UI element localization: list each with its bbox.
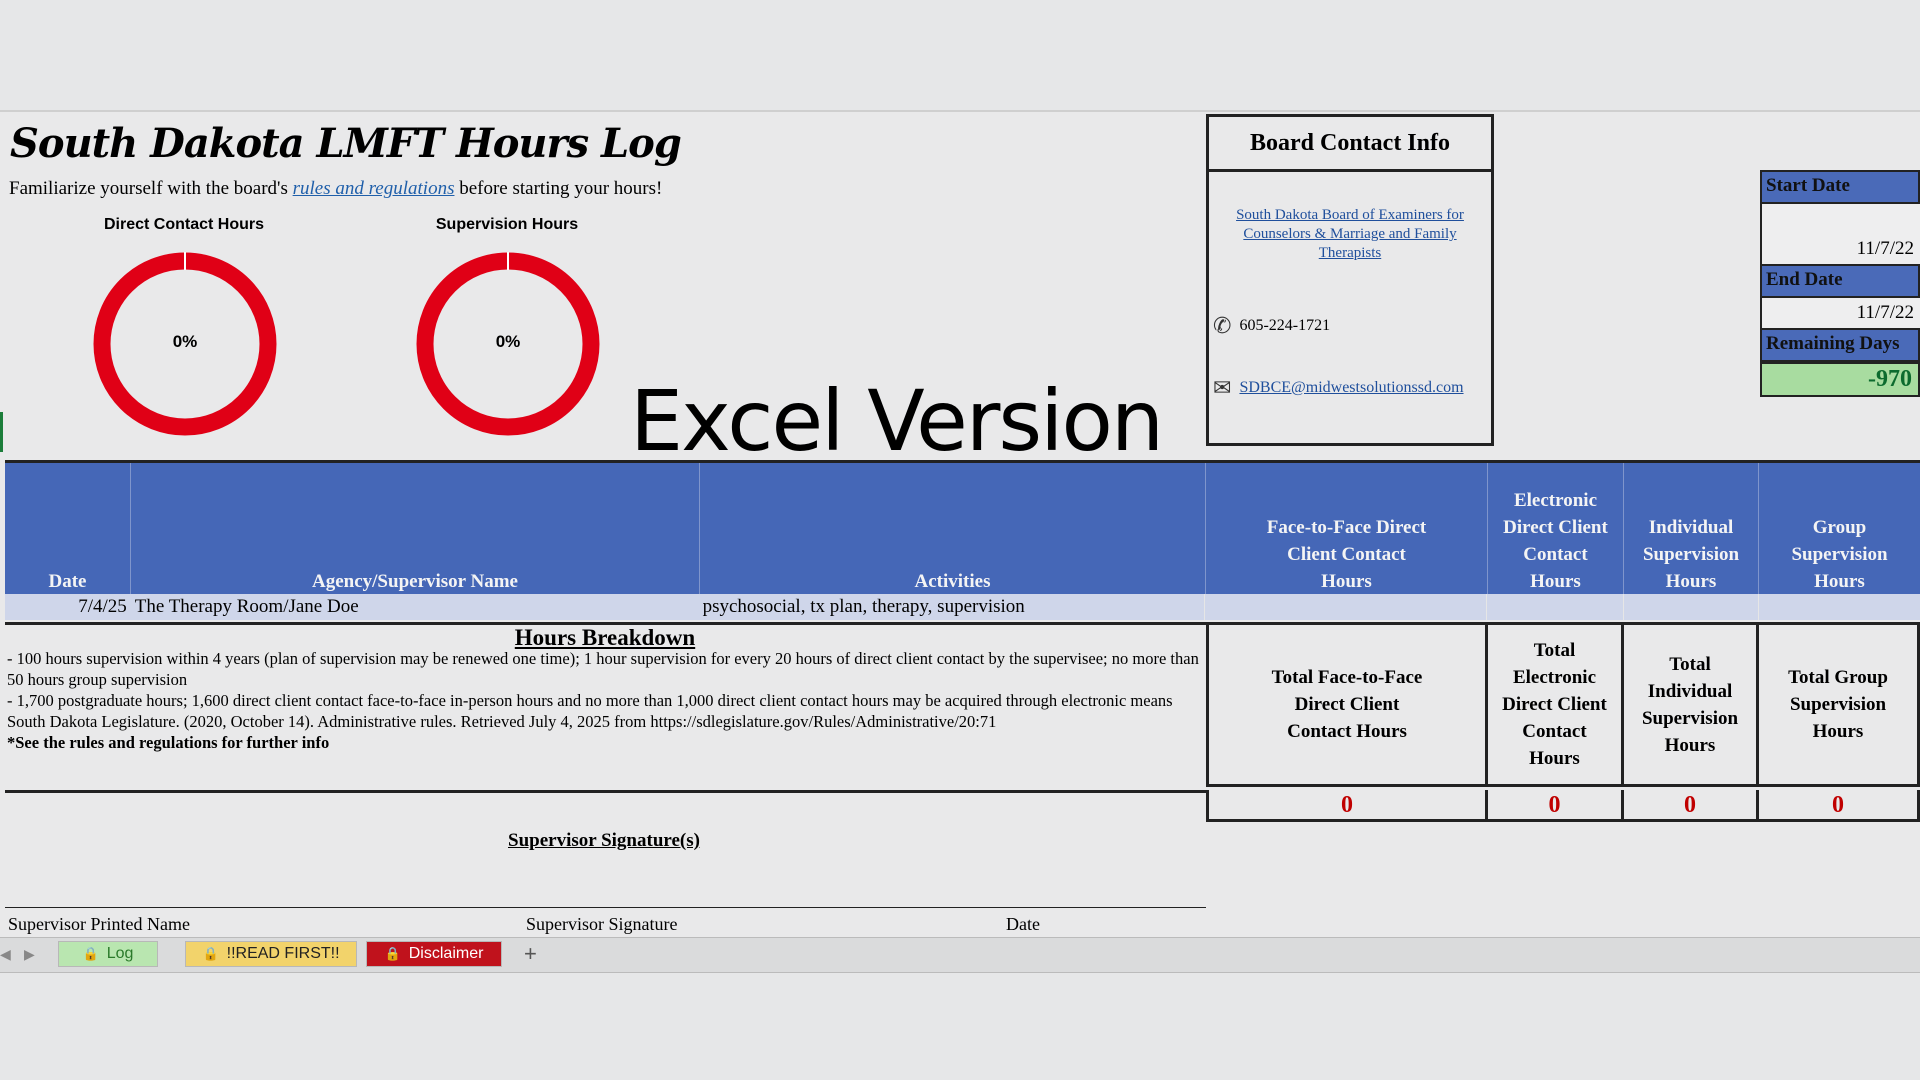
start-date-value: 11/7/22	[1856, 238, 1914, 259]
supervisor-signature-label: Supervisor Signature	[526, 914, 678, 934]
total-individual-label: Total Individual Supervision Hours	[1624, 622, 1759, 787]
board-phone-row: ✆ 605-224-1721	[1213, 313, 1330, 339]
header-activities[interactable]: Activities	[700, 463, 1206, 597]
row-individual[interactable]	[1622, 594, 1759, 620]
end-date-label: End Date	[1760, 264, 1920, 298]
board-email-row: ✉ SDBCE@midwestsolutionssd.com	[1213, 375, 1464, 401]
row-electronic[interactable]	[1485, 594, 1623, 620]
scroll-left-icon[interactable]: ◀	[0, 946, 11, 963]
intro-text: Familiarize yourself with the board's ru…	[9, 178, 662, 200]
board-contact-title: Board Contact Info	[1209, 117, 1491, 172]
lock-icon: 🔒	[202, 946, 219, 961]
total-electronic-label: Total Electronic Direct Client Contact H…	[1488, 622, 1624, 787]
header-individual-supervision[interactable]: Individual Supervision Hours	[1624, 463, 1759, 597]
breakdown-note: *See the rules and regulations for furth…	[7, 733, 330, 752]
remaining-days-value[interactable]: -970	[1760, 362, 1920, 397]
intro-before: Familiarize yourself with the board's	[9, 178, 293, 199]
spreadsheet-area: South Dakota LMFT Hours Log Familiarize …	[0, 110, 1920, 939]
date-panel: Start Date 11/7/22 End Date 11/7/22 Rema…	[1760, 170, 1920, 397]
supervisor-printed-name-label: Supervisor Printed Name	[8, 914, 190, 934]
lock-icon: 🔒	[384, 946, 401, 961]
header-date[interactable]: Date	[5, 463, 131, 597]
gauge-percent-direct: 0%	[172, 332, 198, 351]
gauge-percent-supervision: 0%	[495, 332, 521, 351]
signature-date-label: Date	[1006, 914, 1040, 934]
end-date-value: 11/7/22	[1856, 302, 1914, 323]
excel-version-overlay: Excel Version	[630, 372, 1164, 470]
header-agency[interactable]: Agency/Supervisor Name	[131, 463, 700, 597]
signature-line	[5, 907, 1206, 908]
breakdown-line: - 1,700 postgraduate hours; 1,600 direct…	[7, 691, 1173, 710]
selection-edge	[0, 412, 3, 452]
board-contact-box: Board Contact Info South Dakota Board of…	[1206, 114, 1494, 446]
mail-icon: ✉	[1213, 375, 1232, 400]
breakdown-line: - 100 hours supervision within 4 years (…	[7, 649, 1199, 689]
total-electronic-value[interactable]: 0	[1488, 790, 1624, 822]
total-group-value[interactable]: 0	[1759, 790, 1920, 822]
tab-read-first[interactable]: 🔒 !!READ FIRST!!	[185, 941, 357, 967]
row-activities[interactable]: psychosocial, tx plan, therapy, supervis…	[699, 594, 1204, 620]
start-date-cell[interactable]: 11/7/22	[1760, 204, 1920, 264]
row-agency[interactable]: The Therapy Room/Jane Doe	[131, 594, 699, 620]
tab-log[interactable]: 🔒 Log	[58, 941, 158, 967]
phone-icon: ✆	[1213, 313, 1232, 338]
total-face-to-face-label: Total Face-to-Face Direct Client Contact…	[1206, 622, 1488, 787]
board-phone: 605-224-1721	[1239, 317, 1331, 334]
total-face-to-face-value[interactable]: 0	[1206, 790, 1488, 822]
gauge-label-supervision: Supervision Hours	[435, 216, 579, 233]
row-group[interactable]	[1758, 594, 1920, 620]
gauge-label-direct: Direct Contact Hours	[103, 216, 265, 233]
board-org-link[interactable]: South Dakota Board of Examiners for Coun…	[1227, 206, 1473, 263]
total-group-label: Total Group Supervision Hours	[1759, 622, 1920, 787]
row-face-to-face[interactable]	[1203, 594, 1486, 620]
tab-log-label: Log	[106, 945, 134, 962]
start-date-label: Start Date	[1760, 170, 1920, 204]
scroll-right-icon[interactable]: ▶	[24, 946, 35, 963]
sheet-tab-bar: ◀ ▶ 🔒 Log 🔒 !!READ FIRST!! 🔒 Disclaimer +	[0, 937, 1920, 973]
add-sheet-icon[interactable]: +	[524, 941, 537, 967]
end-date-cell[interactable]: 11/7/22	[1760, 298, 1920, 328]
remaining-days-label: Remaining Days	[1760, 328, 1920, 362]
total-individual-value[interactable]: 0	[1624, 790, 1759, 822]
tab-disclaimer-label: Disclaimer	[408, 945, 484, 962]
rules-link[interactable]: rules and regulations	[293, 178, 455, 199]
page-title: South Dakota LMFT Hours Log	[10, 120, 682, 167]
hours-breakdown: Hours Breakdown - 100 hours supervision …	[5, 622, 1206, 793]
table-header-row: Date Agency/Supervisor Name Activities F…	[5, 460, 1920, 599]
lock-icon: 🔒	[82, 946, 99, 961]
table-row: 7/4/25 The Therapy Room/Jane Doe psychos…	[5, 594, 1920, 620]
header-electronic[interactable]: Electronic Direct Client Contact Hours	[1488, 463, 1624, 597]
supervisor-signatures-title: Supervisor Signature(s)	[508, 830, 700, 851]
hours-breakdown-title: Hours Breakdown	[514, 625, 696, 650]
tab-disclaimer[interactable]: 🔒 Disclaimer	[366, 941, 502, 967]
row-date[interactable]: 7/4/25	[5, 594, 131, 620]
header-group-supervision[interactable]: Group Supervision Hours	[1759, 463, 1920, 597]
board-email-link[interactable]: SDBCE@midwestsolutionssd.com	[1239, 379, 1463, 397]
intro-after: before starting your hours!	[454, 178, 663, 199]
tab-read-first-label: !!READ FIRST!!	[226, 945, 340, 962]
breakdown-line: South Dakota Legislature. (2020, October…	[7, 712, 997, 731]
header-face-to-face[interactable]: Face-to-Face Direct Client Contact Hours	[1206, 463, 1488, 597]
